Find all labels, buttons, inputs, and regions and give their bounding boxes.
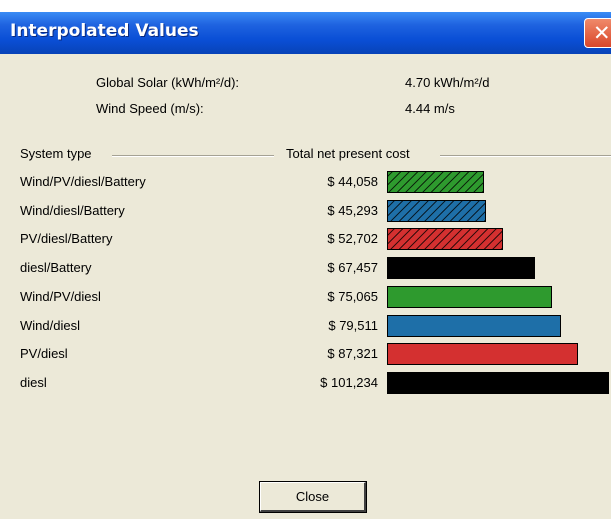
system-type-label: diesl bbox=[20, 375, 47, 390]
cost-bar bbox=[387, 171, 484, 193]
system-type-divider bbox=[112, 155, 274, 157]
cost-bar bbox=[387, 200, 486, 222]
net-present-cost-value: $ 45,293 bbox=[327, 203, 378, 218]
global-solar-label: Global Solar (kWh/m²/d): bbox=[96, 75, 240, 90]
cost-bar bbox=[387, 315, 561, 337]
close-icon: ✕ bbox=[593, 21, 611, 45]
net-present-cost-value: $ 87,321 bbox=[327, 346, 378, 361]
cost-bar bbox=[387, 286, 552, 308]
system-type-label: Wind/diesl/Battery bbox=[20, 203, 125, 218]
cost-bar bbox=[387, 343, 578, 365]
system-type-label: PV/diesl bbox=[20, 346, 68, 361]
system-type-header: System type bbox=[20, 146, 96, 161]
cost-bar bbox=[387, 372, 609, 394]
cost-bar bbox=[387, 257, 535, 279]
interpolated-values-dialog: Interpolated Values ✕ Global Solar (kWh/… bbox=[0, 0, 611, 519]
net-present-cost-value: $ 52,702 bbox=[327, 231, 378, 246]
system-type-label: Wind/diesl bbox=[20, 318, 80, 333]
net-present-cost-value: $ 75,065 bbox=[327, 289, 378, 304]
net-present-cost-value: $ 44,058 bbox=[327, 174, 378, 189]
system-type-label: Wind/PV/diesl bbox=[20, 289, 101, 304]
net-present-cost-value: $ 101,234 bbox=[320, 375, 378, 390]
window-title: Interpolated Values bbox=[10, 21, 199, 41]
top-strip bbox=[0, 0, 611, 12]
system-type-label: PV/diesl/Battery bbox=[20, 231, 113, 246]
net-present-cost-value: $ 67,457 bbox=[327, 260, 378, 275]
cost-header: Total net present cost bbox=[286, 146, 414, 161]
wind-speed-value: 4.44 m/s bbox=[405, 101, 455, 116]
window-close-button[interactable]: ✕ bbox=[584, 18, 611, 48]
system-type-label: Wind/PV/diesl/Battery bbox=[20, 174, 146, 189]
system-type-label: diesl/Battery bbox=[20, 260, 92, 275]
wind-speed-label: Wind Speed (m/s): bbox=[96, 101, 204, 116]
net-present-cost-value: $ 79,511 bbox=[328, 318, 378, 333]
close-button[interactable]: Close bbox=[259, 481, 367, 513]
cost-divider bbox=[440, 155, 611, 157]
global-solar-value: 4.70 kWh/m²/d bbox=[405, 75, 490, 90]
cost-bar bbox=[387, 228, 503, 250]
